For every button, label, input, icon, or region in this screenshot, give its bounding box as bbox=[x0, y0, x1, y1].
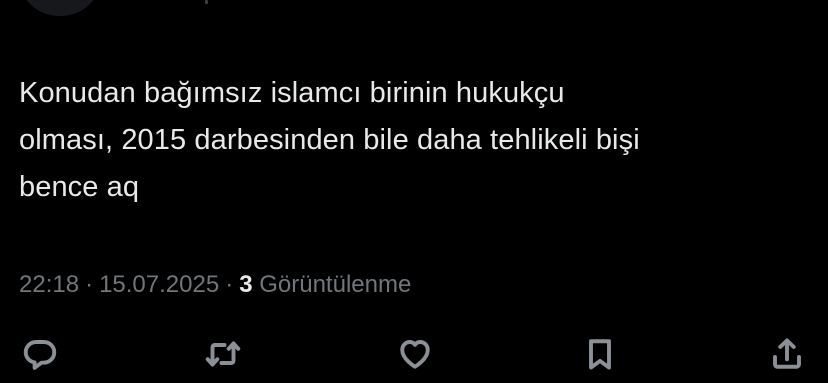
bookmark-icon bbox=[589, 339, 611, 370]
action-bar bbox=[0, 332, 828, 376]
retweet-icon bbox=[205, 341, 241, 367]
views-label[interactable]: Görüntülenme bbox=[259, 271, 411, 298]
retweet-button[interactable] bbox=[201, 332, 245, 376]
tweet-text-line-2: olması, 2015 darbesinden bile daha tehli… bbox=[19, 124, 640, 156]
tweet-text: Konudan bağımsız islamcı birinin hukukçu… bbox=[19, 70, 809, 211]
header-separator bbox=[205, 0, 208, 4]
tweet-text-line-1: Konudan bağımsız islamcı birinin hukukçu bbox=[19, 77, 565, 109]
views-count[interactable]: 3 bbox=[239, 271, 252, 298]
meta-separator: · bbox=[225, 271, 234, 298]
like-button[interactable] bbox=[393, 332, 437, 376]
bookmark-button[interactable] bbox=[578, 332, 622, 376]
share-icon bbox=[773, 338, 801, 369]
heart-icon bbox=[400, 340, 430, 369]
reply-button[interactable] bbox=[18, 332, 62, 376]
share-button[interactable] bbox=[765, 332, 809, 376]
reply-icon bbox=[23, 340, 57, 370]
meta-separator: · bbox=[85, 271, 94, 298]
tweet-text-line-3: bence aq bbox=[19, 171, 140, 203]
tweet-date[interactable]: 15.07.2025 bbox=[99, 271, 219, 298]
avatar[interactable] bbox=[22, 0, 98, 16]
tweet-metadata: 22:18 · 15.07.2025 · 3 Görüntülenme bbox=[19, 269, 411, 301]
tweet-time[interactable]: 22:18 bbox=[19, 271, 79, 298]
